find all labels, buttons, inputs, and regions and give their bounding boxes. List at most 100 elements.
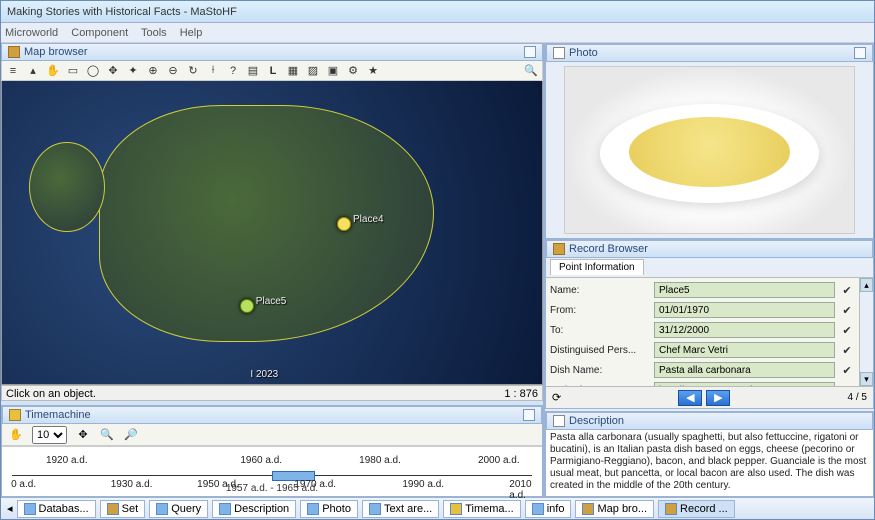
tab-timemachine[interactable]: Timema... — [443, 500, 521, 518]
text-icon — [369, 503, 381, 515]
map-icon — [8, 46, 20, 58]
tab-mapbrowser[interactable]: Map bro... — [575, 500, 654, 518]
record-panel-header[interactable]: Record Browser — [546, 240, 873, 258]
tool-info[interactable]: ? — [226, 64, 240, 78]
check-icon[interactable]: ✔ — [839, 322, 855, 338]
time-range: 1957 a.d. - 1965 a.d. — [2, 483, 542, 494]
next-button[interactable]: ▶ — [706, 390, 730, 406]
query-icon — [156, 503, 168, 515]
tool-layers[interactable]: ▤ — [246, 64, 260, 78]
check-icon[interactable]: ✔ — [839, 282, 855, 298]
menubar: Microworld Component Tools Help — [1, 23, 874, 43]
tab-record[interactable]: Record ... — [658, 500, 735, 518]
map-status-left: Click on an object. — [6, 386, 96, 400]
tool-favorite[interactable]: ★ — [366, 64, 380, 78]
map-title: Map browser — [24, 43, 88, 61]
menu-help[interactable]: Help — [180, 27, 203, 39]
time-zoom-select[interactable]: 10 — [32, 426, 67, 444]
tool-zoom-in[interactable]: 🔍 — [99, 427, 115, 443]
field-from[interactable]: 01/01/1970 — [654, 302, 835, 318]
field-name[interactable]: Place5 — [654, 282, 835, 298]
field-label: From: — [550, 305, 650, 316]
tab-database[interactable]: Databas... — [17, 500, 96, 518]
window-title: Making Stories with Historical Facts - M… — [7, 6, 237, 18]
map-label-place5: Place5 — [256, 296, 287, 307]
photo-icon — [553, 47, 565, 59]
tool-grid2[interactable]: ▨ — [306, 64, 320, 78]
desc-icon — [219, 503, 231, 515]
menu-component[interactable]: Component — [71, 27, 128, 39]
photo-panel-header[interactable]: Photo — [546, 44, 873, 62]
bottom-tabbar: ◂ Databas... Set Query Description Photo… — [1, 497, 874, 519]
tool-pan[interactable]: ✥ — [106, 64, 120, 78]
record-fields: Name:Place5✔ From:01/01/1970✔ To:31/12/2… — [546, 278, 859, 386]
tool-zoom-out[interactable]: ⊖ — [166, 64, 180, 78]
map-panel-header[interactable]: Map browser — [1, 43, 543, 61]
desc-panel-header[interactable]: Description — [546, 412, 873, 430]
tab-description[interactable]: Description — [212, 500, 296, 518]
field-label: Dish Name: — [550, 365, 650, 376]
time-scale[interactable]: 1920 a.d. 1960 a.d. 1980 a.d. 2000 a.d. … — [2, 446, 542, 496]
time-toolbar: ✋ 10 ✥ 🔍 🔎 — [2, 424, 542, 446]
record-scrollbar[interactable]: ▴ ▾ — [859, 278, 873, 386]
minimize-icon[interactable] — [854, 47, 866, 59]
tab-query[interactable]: Query — [149, 500, 208, 518]
check-icon[interactable]: ✔ — [839, 342, 855, 358]
tool-grid[interactable]: ▦ — [286, 64, 300, 78]
tool-move[interactable]: ✥ — [75, 427, 91, 443]
field-label: To: — [550, 325, 650, 336]
window-titlebar: Making Stories with Historical Facts - M… — [1, 1, 874, 23]
tick-label: 1980 a.d. — [359, 455, 401, 466]
tool-zoom-out[interactable]: 🔎 — [123, 427, 139, 443]
desc-title: Description — [569, 412, 624, 430]
tab-info[interactable]: info — [525, 500, 572, 518]
minimize-icon[interactable] — [524, 46, 536, 58]
nav-left-icon[interactable]: ◂ — [7, 502, 13, 515]
tool-nav[interactable]: ✦ — [126, 64, 140, 78]
tab-point-info[interactable]: Point Information — [550, 259, 644, 275]
tool-ruler[interactable]: ⟊ — [206, 64, 220, 78]
tab-set[interactable]: Set — [100, 500, 146, 518]
tick-label: 1920 a.d. — [46, 455, 88, 466]
scroll-up-icon[interactable]: ▴ — [860, 278, 873, 292]
check-icon[interactable]: ✔ — [839, 362, 855, 378]
field-to[interactable]: 31/12/2000 — [654, 322, 835, 338]
tab-photo[interactable]: Photo — [300, 500, 358, 518]
tool-rotate[interactable]: ↻ — [186, 64, 200, 78]
tool-select-lasso[interactable]: ◯ — [86, 64, 100, 78]
map-status-scale: 1 : 876 — [504, 386, 538, 400]
info-icon — [532, 503, 544, 515]
photo-icon — [307, 503, 319, 515]
map-icon — [582, 503, 594, 515]
map-marker-place5[interactable] — [240, 299, 254, 313]
tab-textarea[interactable]: Text are... — [362, 500, 439, 518]
field-person[interactable]: Chef Marc Vetri — [654, 342, 835, 358]
refresh-icon[interactable]: ⟳ — [552, 391, 561, 404]
menu-tools[interactable]: Tools — [141, 27, 167, 39]
prev-button[interactable]: ◀ — [678, 390, 702, 406]
record-icon — [665, 503, 677, 515]
time-icon — [9, 409, 21, 421]
tool-label[interactable]: L — [266, 64, 280, 78]
tool-search[interactable]: 🔍 — [524, 64, 538, 78]
tool-pan[interactable]: ✋ — [8, 427, 24, 443]
scroll-down-icon[interactable]: ▾ — [860, 372, 873, 386]
photo-title: Photo — [569, 44, 598, 62]
time-panel-header[interactable]: Timemachine — [2, 406, 542, 424]
tool-pointer[interactable]: ▴ — [26, 64, 40, 78]
db-icon — [24, 503, 36, 515]
tool-gear[interactable]: ⚙ — [346, 64, 360, 78]
desc-text: Pasta alla carbonara (usually spaghetti,… — [546, 430, 873, 496]
check-icon[interactable]: ✔ — [839, 302, 855, 318]
map-view[interactable]: Place4 Place5 I 2023 — [1, 81, 543, 385]
tool-select-rect[interactable]: ▭ — [66, 64, 80, 78]
tool-fit[interactable]: ▣ — [326, 64, 340, 78]
record-title: Record Browser — [569, 240, 648, 258]
menu-microworld[interactable]: Microworld — [5, 27, 58, 39]
minimize-icon[interactable] — [523, 409, 535, 421]
tool-hand[interactable]: ✋ — [46, 64, 60, 78]
tool-history[interactable]: ≡ — [6, 64, 20, 78]
tick-label: 2000 a.d. — [478, 455, 520, 466]
tool-zoom-in[interactable]: ⊕ — [146, 64, 160, 78]
field-dish[interactable]: Pasta alla carbonara — [654, 362, 835, 378]
